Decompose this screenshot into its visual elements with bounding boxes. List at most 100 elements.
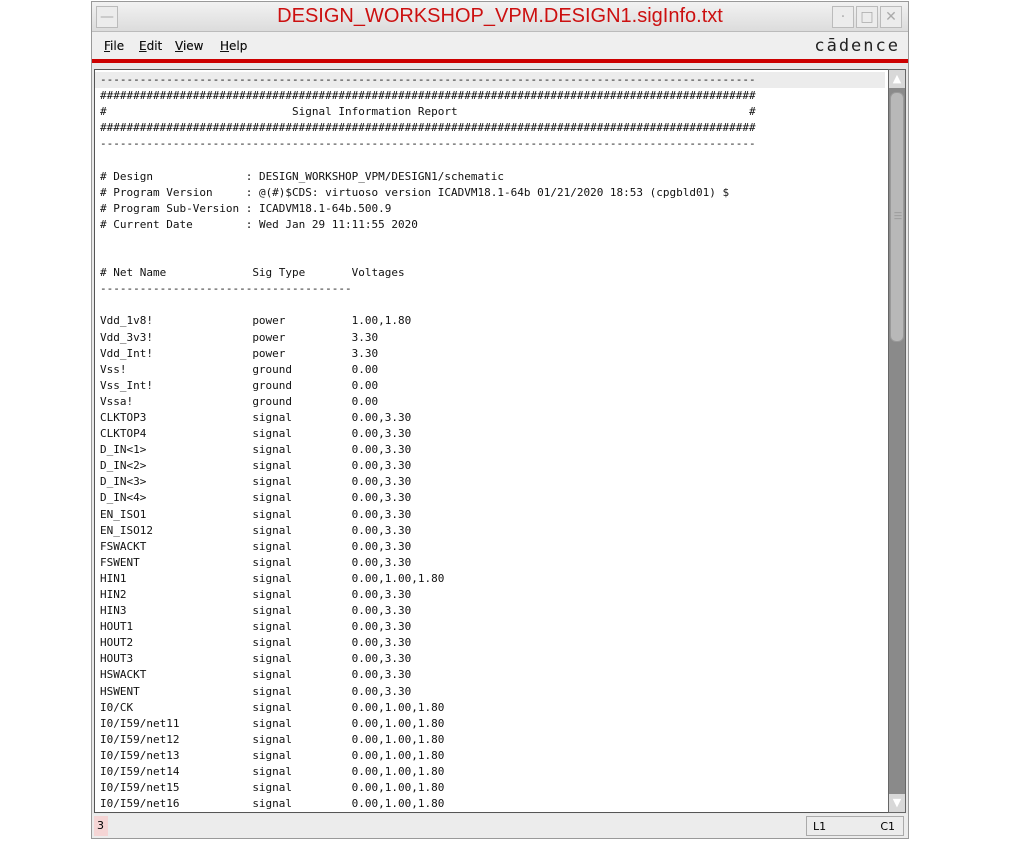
table-row: I0/I59/net12 signal 0.00,1.00,1.80 bbox=[100, 732, 885, 748]
sig-type: ground bbox=[252, 378, 293, 392]
menu-bar: cādence File File Edit Edit View View Help Help bbox=[92, 32, 908, 60]
table-row: Vss_Int! ground 0.00 bbox=[100, 378, 885, 394]
table-row: D_IN<2> signal 0.00,3.30 bbox=[100, 458, 885, 474]
net-name: Vdd_Int! bbox=[100, 346, 153, 360]
sig-type: signal bbox=[252, 491, 293, 505]
sig-type: ground bbox=[252, 362, 293, 376]
voltages: 0.00,1.00,1.80 bbox=[351, 700, 445, 714]
net-name: D_IN<4> bbox=[100, 491, 147, 505]
net-name: Vdd_3v3! bbox=[100, 330, 153, 344]
maximize-icon[interactable]: □ bbox=[856, 6, 878, 28]
sig-type: signal bbox=[252, 427, 293, 441]
meta-line: # Program Sub-Version : ICADVM18.1-64b.5… bbox=[100, 201, 392, 215]
menu-file[interactable]: File File bbox=[104, 39, 124, 55]
net-name: I0/I59/net16 bbox=[100, 797, 180, 811]
net-name: Vss! bbox=[100, 362, 127, 376]
scroll-up-icon[interactable]: ▲ bbox=[889, 70, 905, 88]
scroll-thumb[interactable]: — — — bbox=[890, 92, 904, 342]
menu-view[interactable]: View View bbox=[175, 39, 203, 55]
voltages: 0.00 bbox=[351, 378, 379, 392]
sig-type: power bbox=[252, 346, 286, 360]
voltages: 0.00,1.00,1.80 bbox=[351, 716, 445, 730]
table-row: I0/I59/net14 signal 0.00,1.00,1.80 bbox=[100, 764, 885, 780]
sig-type: power bbox=[252, 330, 286, 344]
hash-separator: ########################################… bbox=[100, 89, 756, 103]
table-row: Vdd_Int! power 3.30 bbox=[100, 346, 885, 362]
net-name: HSWACKT bbox=[100, 668, 147, 682]
table-row: HSWENT signal 0.00,3.30 bbox=[100, 684, 885, 700]
sig-type: signal bbox=[252, 475, 293, 489]
table-row: HIN1 signal 0.00,1.00,1.80 bbox=[100, 571, 885, 587]
net-name: I0/I59/net12 bbox=[100, 732, 180, 746]
voltages: 3.30 bbox=[351, 330, 379, 344]
table-row: HOUT2 signal 0.00,3.30 bbox=[100, 635, 885, 651]
title-bar[interactable]: — DESIGN_WORKSHOP_VPM.DESIGN1.sigInfo.tx… bbox=[92, 2, 908, 32]
net-name: I0/I59/net15 bbox=[100, 781, 180, 795]
net-name: HIN2 bbox=[100, 588, 127, 601]
voltages: 0.00,3.30 bbox=[351, 539, 412, 553]
voltages: 0.00,3.30 bbox=[351, 523, 412, 537]
table-row: I0/CK signal 0.00,1.00,1.80 bbox=[100, 700, 885, 716]
sig-type: signal bbox=[252, 652, 293, 666]
net-name: HIN1 bbox=[100, 571, 127, 585]
minimize-icon[interactable]: · bbox=[832, 6, 854, 28]
sig-type: signal bbox=[252, 571, 293, 585]
table-row: HOUT1 signal 0.00,3.30 bbox=[100, 619, 885, 635]
table-row: D_IN<3> signal 0.00,3.30 bbox=[100, 474, 885, 490]
net-name: D_IN<1> bbox=[100, 443, 147, 457]
text-viewer-window: — DESIGN_WORKSHOP_VPM.DESIGN1.sigInfo.tx… bbox=[91, 1, 909, 839]
report-text-area[interactable]: ----------------------------------------… bbox=[94, 69, 890, 813]
sig-type: ground bbox=[252, 394, 293, 408]
status-message: 3 bbox=[94, 816, 108, 836]
voltages: 0.00,3.30 bbox=[351, 636, 412, 650]
voltages: 0.00,3.30 bbox=[351, 604, 412, 618]
net-name: I0/I59/net13 bbox=[100, 748, 180, 762]
status-bar: 3 L1 C1 bbox=[92, 814, 908, 838]
voltages: 0.00,3.30 bbox=[351, 555, 412, 569]
sig-type: signal bbox=[252, 588, 293, 601]
grip-icon: — — — bbox=[894, 208, 902, 223]
sig-type: signal bbox=[252, 781, 293, 795]
menu-edit[interactable]: Edit Edit bbox=[139, 39, 162, 55]
scroll-down-icon[interactable]: ▼ bbox=[889, 794, 905, 812]
net-name: EN_ISO1 bbox=[100, 507, 147, 521]
sig-type: signal bbox=[252, 507, 293, 521]
cursor-position: L1 C1 bbox=[806, 816, 904, 836]
voltages: 0.00,3.30 bbox=[351, 491, 412, 505]
menu-mnemonic: Help bbox=[220, 39, 247, 53]
net-name: HSWENT bbox=[100, 684, 140, 698]
table-row: I0/I59/net16 signal 0.00,1.00,1.80 bbox=[100, 796, 885, 812]
voltages: 0.00,3.30 bbox=[351, 459, 412, 473]
voltages: 0.00,1.00,1.80 bbox=[351, 748, 445, 762]
net-name: FSWACKT bbox=[100, 539, 147, 553]
window-title: DESIGN_WORKSHOP_VPM.DESIGN1.sigInfo.txt bbox=[277, 5, 723, 27]
column-header-2: Voltages bbox=[351, 266, 405, 280]
voltages: 0.00,3.30 bbox=[351, 668, 412, 682]
table-row: I0/I59/net11 signal 0.00,1.00,1.80 bbox=[100, 716, 885, 732]
voltages: 0.00,3.30 bbox=[351, 684, 412, 698]
net-name: EN_ISO12 bbox=[100, 523, 153, 537]
menu-help[interactable]: Help Help bbox=[220, 39, 247, 55]
voltages: 0.00,3.30 bbox=[351, 652, 412, 666]
net-name: D_IN<2> bbox=[100, 459, 147, 473]
meta-line: # Design : DESIGN_WORKSHOP_VPM/DESIGN1/s… bbox=[100, 169, 504, 183]
sig-type: signal bbox=[252, 620, 293, 634]
voltages: 0.00,1.00,1.80 bbox=[351, 781, 445, 795]
net-name: CLKTOP4 bbox=[100, 427, 147, 441]
menu-mnemonic: File bbox=[104, 39, 124, 53]
sig-type: signal bbox=[252, 523, 293, 537]
column-header-1: Sig Type bbox=[252, 266, 306, 280]
table-row: CLKTOP3 signal 0.00,3.30 bbox=[100, 410, 885, 426]
vertical-scrollbar[interactable]: ▲ — — — ▼ bbox=[888, 69, 906, 813]
table-row: I0/I59/net13 signal 0.00,1.00,1.80 bbox=[100, 748, 885, 764]
net-name: FSWENT bbox=[100, 555, 140, 569]
close-icon[interactable]: ✕ bbox=[880, 6, 902, 28]
net-name: HOUT3 bbox=[100, 652, 134, 666]
net-name: CLKTOP3 bbox=[100, 410, 147, 424]
mnemonic-rest: iew bbox=[182, 39, 204, 53]
voltages: 0.00,1.00,1.80 bbox=[351, 765, 445, 779]
column-number: C1 bbox=[880, 820, 895, 833]
